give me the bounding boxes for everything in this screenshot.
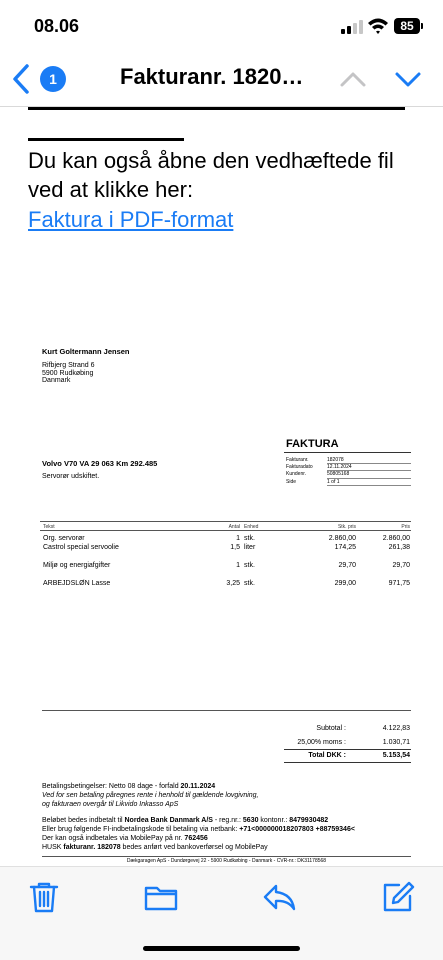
row-price: 29,70 [392,562,410,569]
meta-label: Side [286,478,297,485]
mobilepay-prefix: Der kan også indbetales via MobilePay på… [42,835,185,842]
back-chevron-icon[interactable] [8,62,38,96]
folder-icon[interactable] [144,880,178,914]
address-line: 5900 Rudkøbing [42,369,94,377]
bank-name: Nordea Bank Danmark A/S [124,817,213,824]
row-unit: liter [244,544,256,551]
row-unit-price: 174,25 [334,544,356,551]
mobilepay-line: Der kan også indbetales via MobilePay på… [42,835,208,844]
row-unit-price: 299,00 [334,580,356,587]
row-unit-price: 29,70 [338,562,356,569]
collection-line: og fakturaen overgår til Likvido Inkasso… [42,801,179,808]
bank-details: Beløbet bedes indbetalt til Nordea Bank … [42,817,328,826]
fi-prefix: Eller brug følgende FI-indbetalingskode … [42,826,240,833]
vat-value: 1.030,71 [382,739,410,746]
meta-value: 50805168 [327,471,411,479]
compose-icon[interactable] [381,880,415,914]
invoice-heading-rule [284,452,411,453]
address-line: Rifbjerg Strand 6 [42,362,95,369]
vat-label: 25,00% moms : [297,739,346,746]
bank-prefix: Beløbet bedes indbetalt til [42,817,125,824]
pdf-invoice-link[interactable]: Faktura i PDF-format [28,207,233,233]
company-footer: Dækgaragen ApS - Dundørgevej 22 - 5900 R… [126,858,327,864]
battery-tip [421,23,423,29]
reg-label: - reg.nr.: [212,817,243,824]
footer-rule [42,856,411,857]
message-title: Fakturanr. 1820… [120,64,304,89]
row-qty: 1 [236,562,240,569]
row-unit-price: 2.860,00 [328,535,356,542]
customer-name: Kurt Goltermann Jensen [42,347,130,356]
meta-label: Fakturadato [286,464,313,471]
reference-reminder: HUSK fakturanr. 182078 bedes anført ved … [42,844,268,853]
row-price: 971,75 [388,580,410,587]
total-label: Total DKK : [308,752,346,759]
meta-value: 1 of 1 [327,479,411,486]
meta-row: Side 1 of 1 [286,479,411,486]
reg-number: 5630 [242,817,259,824]
reply-icon[interactable] [262,880,296,914]
unread-badge[interactable]: 1 [40,66,66,92]
fi-code: +71<000000018207803 +88759346< [239,826,355,833]
row-unit: stk. [244,535,255,542]
previous-message-chevron-up-icon[interactable] [338,66,368,92]
account-number: 8479930482 [289,817,329,824]
row-text: Org. servorør [43,535,85,542]
next-message-chevron-down-icon[interactable] [393,66,423,92]
row-text: ARBEJDSLØN Lasse [43,580,111,587]
table-rule [40,521,411,522]
row-qty: 1 [236,535,240,542]
fi-code-line: Eller brug følgende FI-indbetalingskode … [42,826,355,835]
totals-rule [284,749,411,750]
cellular-signal-icon [341,20,363,34]
table-header-rule [40,530,411,531]
battery-indicator: 85 [394,18,420,34]
row-unit: stk. [244,562,255,569]
mobilepay-number: 762456 [184,835,208,842]
content-rule-short [28,138,184,141]
home-indicator [143,946,300,951]
subtotal-value: 4.122,83 [382,725,410,732]
meta-label: Fakturanr. [286,457,309,463]
row-price: 2.860,00 [382,535,410,542]
payment-terms: Betalingsbetingelser: Netto 08 dage - fo… [42,783,215,792]
row-qty: 3,25 [226,580,240,587]
total-value: 5.153,54 [382,752,410,759]
payment-terms-text: Betalingsbetingelser: Netto 08 dage - fo… [42,783,181,790]
account-label: kontonr.: [258,817,290,824]
totals-rule-bottom [284,762,411,763]
meta-value: 182078 [327,457,411,465]
row-qty: 1,5 [230,544,240,551]
row-price: 261,38 [388,544,410,551]
row-text: Castrol special servoolie [43,544,119,551]
invoice-meta: Fakturanr. 182078 Fakturadato 12.11.2024 K… [286,457,411,486]
subtotal-label: Subtotal : [316,725,346,732]
service-note: Servorør udskiftet. [42,473,100,480]
meta-row: Kundenr. 50805168 [286,471,411,479]
reminder-invoice-number: fakturanr. 182078 [63,844,121,851]
address-line: Danmark [42,377,71,384]
trash-icon[interactable] [27,880,61,914]
meta-row: Fakturanr. 182078 [286,457,411,465]
status-time: 08.06 [34,16,80,36]
meta-label: Kundenr. [286,471,307,478]
vehicle-line: Volvo V70 VA 29 063 Km 292.485 [42,459,158,468]
interest-line: Ved for sen betaling påregnes rente i he… [42,792,259,799]
reminder-suffix: bedes anført ved bankoverførsel og Mobil… [120,844,268,851]
content-rule [28,107,405,110]
interest-note: Ved for sen betaling påregnes rente i he… [42,792,259,801]
row-unit: stk. [244,580,255,587]
row-text: Miljø og energiafgifter [43,562,111,569]
invoice-heading: FAKTURA [286,438,339,450]
table-bottom-rule [42,710,411,711]
meta-row: Fakturadato 12.11.2024 [286,464,411,472]
wifi-icon [368,18,388,34]
status-bar: 08.06 85 [0,0,443,50]
collection-note: og fakturaen overgår til Likvido Inkasso… [42,801,178,810]
meta-value: 12.11.2024 [327,464,411,472]
customer-address: Rifbjerg Strand 6 5900 Rudkøbing Danmark [42,362,95,385]
due-date: 20.11.2024 [180,783,216,790]
pdf-instruction-text: Du kan også åbne den vedhæftede fil ved … [28,148,394,202]
reminder-prefix: HUSK [42,844,64,851]
